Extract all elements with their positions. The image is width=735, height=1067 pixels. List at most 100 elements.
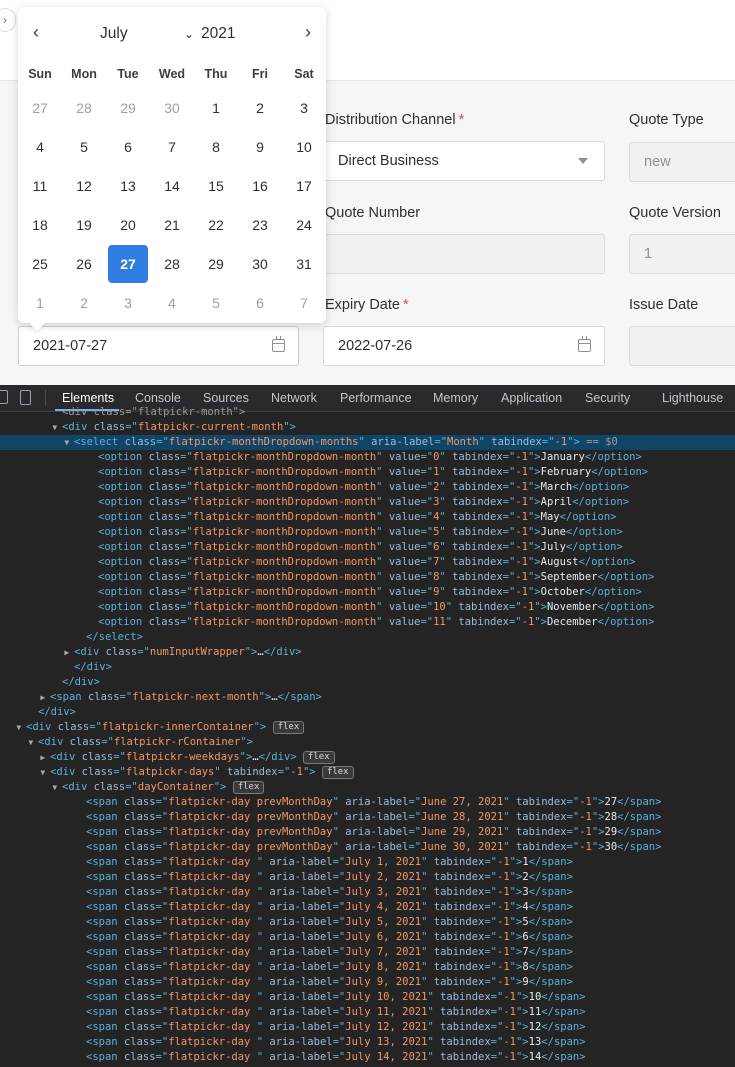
chevron-down-icon[interactable]: ⌄ [184,27,194,41]
dom-node[interactable]: <option class="flatpickr-monthDropdown-m… [0,495,735,510]
dom-node[interactable]: <option class="flatpickr-monthDropdown-m… [0,465,735,480]
calendar-day[interactable]: 15 [196,167,236,205]
dom-node[interactable]: <option class="flatpickr-monthDropdown-m… [0,585,735,600]
expand-arrow-icon[interactable]: ▼ [64,438,74,447]
flex-badge[interactable]: flex [272,721,305,734]
dom-node[interactable]: <span class="flatpickr-day prevMonthDay"… [0,810,735,825]
calendar-day[interactable]: 21 [152,206,192,244]
expand-arrow-icon[interactable]: ▼ [28,738,38,747]
expand-arrow-icon[interactable]: ▼ [16,723,26,732]
dom-node[interactable]: <span class="flatpickr-day " aria-label=… [0,885,735,900]
calendar-day[interactable]: 9 [240,128,280,166]
collapse-arrow-icon[interactable]: ▶ [40,753,50,762]
dom-node[interactable]: <span class="flatpickr-day " aria-label=… [0,975,735,990]
calendar-day[interactable]: 13 [108,167,148,205]
expand-arrow-icon[interactable]: ▼ [40,768,50,777]
dom-node[interactable]: <span class="flatpickr-day " aria-label=… [0,990,735,1005]
calendar-day[interactable]: 17 [284,167,324,205]
flex-badge[interactable]: flex [302,751,335,764]
collapse-arrow-icon[interactable]: ▶ [64,648,74,657]
calendar-day[interactable]: 24 [284,206,324,244]
calendar-day[interactable]: 28 [152,245,192,283]
calendar-day[interactable]: 30 [240,245,280,283]
expiry-date-input[interactable]: 2022-07-26 [323,326,605,366]
calendar-day-selected[interactable]: 27 [108,245,148,283]
dom-node[interactable]: <option class="flatpickr-monthDropdown-m… [0,540,735,555]
calendar-day[interactable]: 3 [108,284,148,322]
dom-node[interactable]: <option class="flatpickr-monthDropdown-m… [0,480,735,495]
calendar-day[interactable]: 2 [240,89,280,127]
calendar-day[interactable]: 30 [152,89,192,127]
quote-type-field[interactable]: new [629,142,735,182]
quote-version-field[interactable]: 1 [629,234,735,274]
dom-node[interactable]: <option class="flatpickr-monthDropdown-m… [0,510,735,525]
calendar-day[interactable]: 6 [240,284,280,322]
tab-security[interactable]: Security [585,391,630,405]
prev-month-button[interactable]: ‹ [26,21,46,43]
calendar-day[interactable]: 10 [284,128,324,166]
dom-node[interactable]: <option class="flatpickr-monthDropdown-m… [0,525,735,540]
calendar-day[interactable]: 18 [20,206,60,244]
quote-number-field[interactable] [323,234,605,274]
calendar-day[interactable]: 4 [152,284,192,322]
inspect-element-icon[interactable] [0,390,8,404]
calendar-day[interactable]: 5 [196,284,236,322]
dom-node[interactable]: ▼ <div class="flatpickr-innerContainer">… [0,720,735,735]
dom-node[interactable]: <option class="flatpickr-monthDropdown-m… [0,600,735,615]
calendar-day[interactable]: 26 [64,245,104,283]
calendar-day[interactable]: 7 [284,284,324,322]
tab-application[interactable]: Application [501,391,562,405]
dom-node[interactable]: <option class="flatpickr-monthDropdown-m… [0,450,735,465]
dom-node[interactable]: <span class="flatpickr-day " aria-label=… [0,1050,735,1065]
dom-node[interactable]: <span class="flatpickr-day " aria-label=… [0,1005,735,1020]
calendar-day[interactable]: 20 [108,206,148,244]
dom-node[interactable]: <span class="flatpickr-day " aria-label=… [0,1035,735,1050]
calendar-day[interactable]: 27 [20,89,60,127]
dom-node-selected[interactable]: ▼ <select class="flatpickr-monthDropdown… [0,435,735,450]
calendar-day[interactable]: 19 [64,206,104,244]
year-input[interactable]: 2021 [201,25,235,43]
calendar-day[interactable]: 1 [196,89,236,127]
calendar-day[interactable]: 23 [240,206,280,244]
dom-node[interactable]: <span class="flatpickr-day " aria-label=… [0,915,735,930]
dom-node[interactable]: ▼ <div class="flatpickr-days" tabindex="… [0,765,735,780]
flex-badge[interactable]: flex [321,766,354,779]
device-toolbar-icon[interactable] [20,390,31,405]
dom-node[interactable]: <div class="flatpickr-month"> [0,405,735,420]
dom-node[interactable]: <span class="flatpickr-day " aria-label=… [0,945,735,960]
dom-node[interactable]: ▼ <div class="dayContainer"> flex [0,780,735,795]
tab-memory[interactable]: Memory [433,391,478,405]
dom-node[interactable]: ▶ <div class="flatpickr-weekdays">…</div… [0,750,735,765]
tab-performance[interactable]: Performance [340,391,412,405]
next-month-button[interactable]: › [298,21,318,43]
dom-node[interactable]: <span class="flatpickr-day " aria-label=… [0,930,735,945]
tab-sources[interactable]: Sources [203,391,249,405]
calendar-day[interactable]: 4 [20,128,60,166]
dom-node[interactable]: ▼ <div class="flatpickr-rContainer"> [0,735,735,750]
calendar-day[interactable]: 29 [108,89,148,127]
dom-node[interactable]: <span class="flatpickr-day " aria-label=… [0,855,735,870]
start-date-input[interactable]: 2021-07-27 [18,326,299,366]
month-dropdown[interactable]: July [100,25,128,43]
calendar-day[interactable]: 6 [108,128,148,166]
calendar-day[interactable]: 25 [20,245,60,283]
dom-node[interactable]: </select> [0,630,735,645]
dom-node[interactable]: <span class="flatpickr-day " aria-label=… [0,900,735,915]
calendar-day[interactable]: 1 [20,284,60,322]
collapse-arrow-icon[interactable]: ▶ [40,693,50,702]
tab-elements[interactable]: Elements [62,391,114,405]
calendar-day[interactable]: 31 [284,245,324,283]
tab-console[interactable]: Console [135,391,181,405]
tab-lighthouse[interactable]: Lighthouse [662,391,723,405]
calendar-day[interactable]: 12 [64,167,104,205]
flex-badge[interactable]: flex [232,781,265,794]
dom-node[interactable]: <span class="flatpickr-day prevMonthDay"… [0,840,735,855]
calendar-day[interactable]: 28 [64,89,104,127]
dom-node[interactable]: </div> [0,705,735,720]
calendar-day[interactable]: 29 [196,245,236,283]
dom-node[interactable]: <option class="flatpickr-monthDropdown-m… [0,570,735,585]
dom-node[interactable]: </div> [0,660,735,675]
dom-node[interactable]: <option class="flatpickr-monthDropdown-m… [0,555,735,570]
expand-arrow-icon[interactable]: ▼ [52,783,62,792]
dom-node[interactable]: ▶ <span class="flatpickr-next-month">…</… [0,690,735,705]
